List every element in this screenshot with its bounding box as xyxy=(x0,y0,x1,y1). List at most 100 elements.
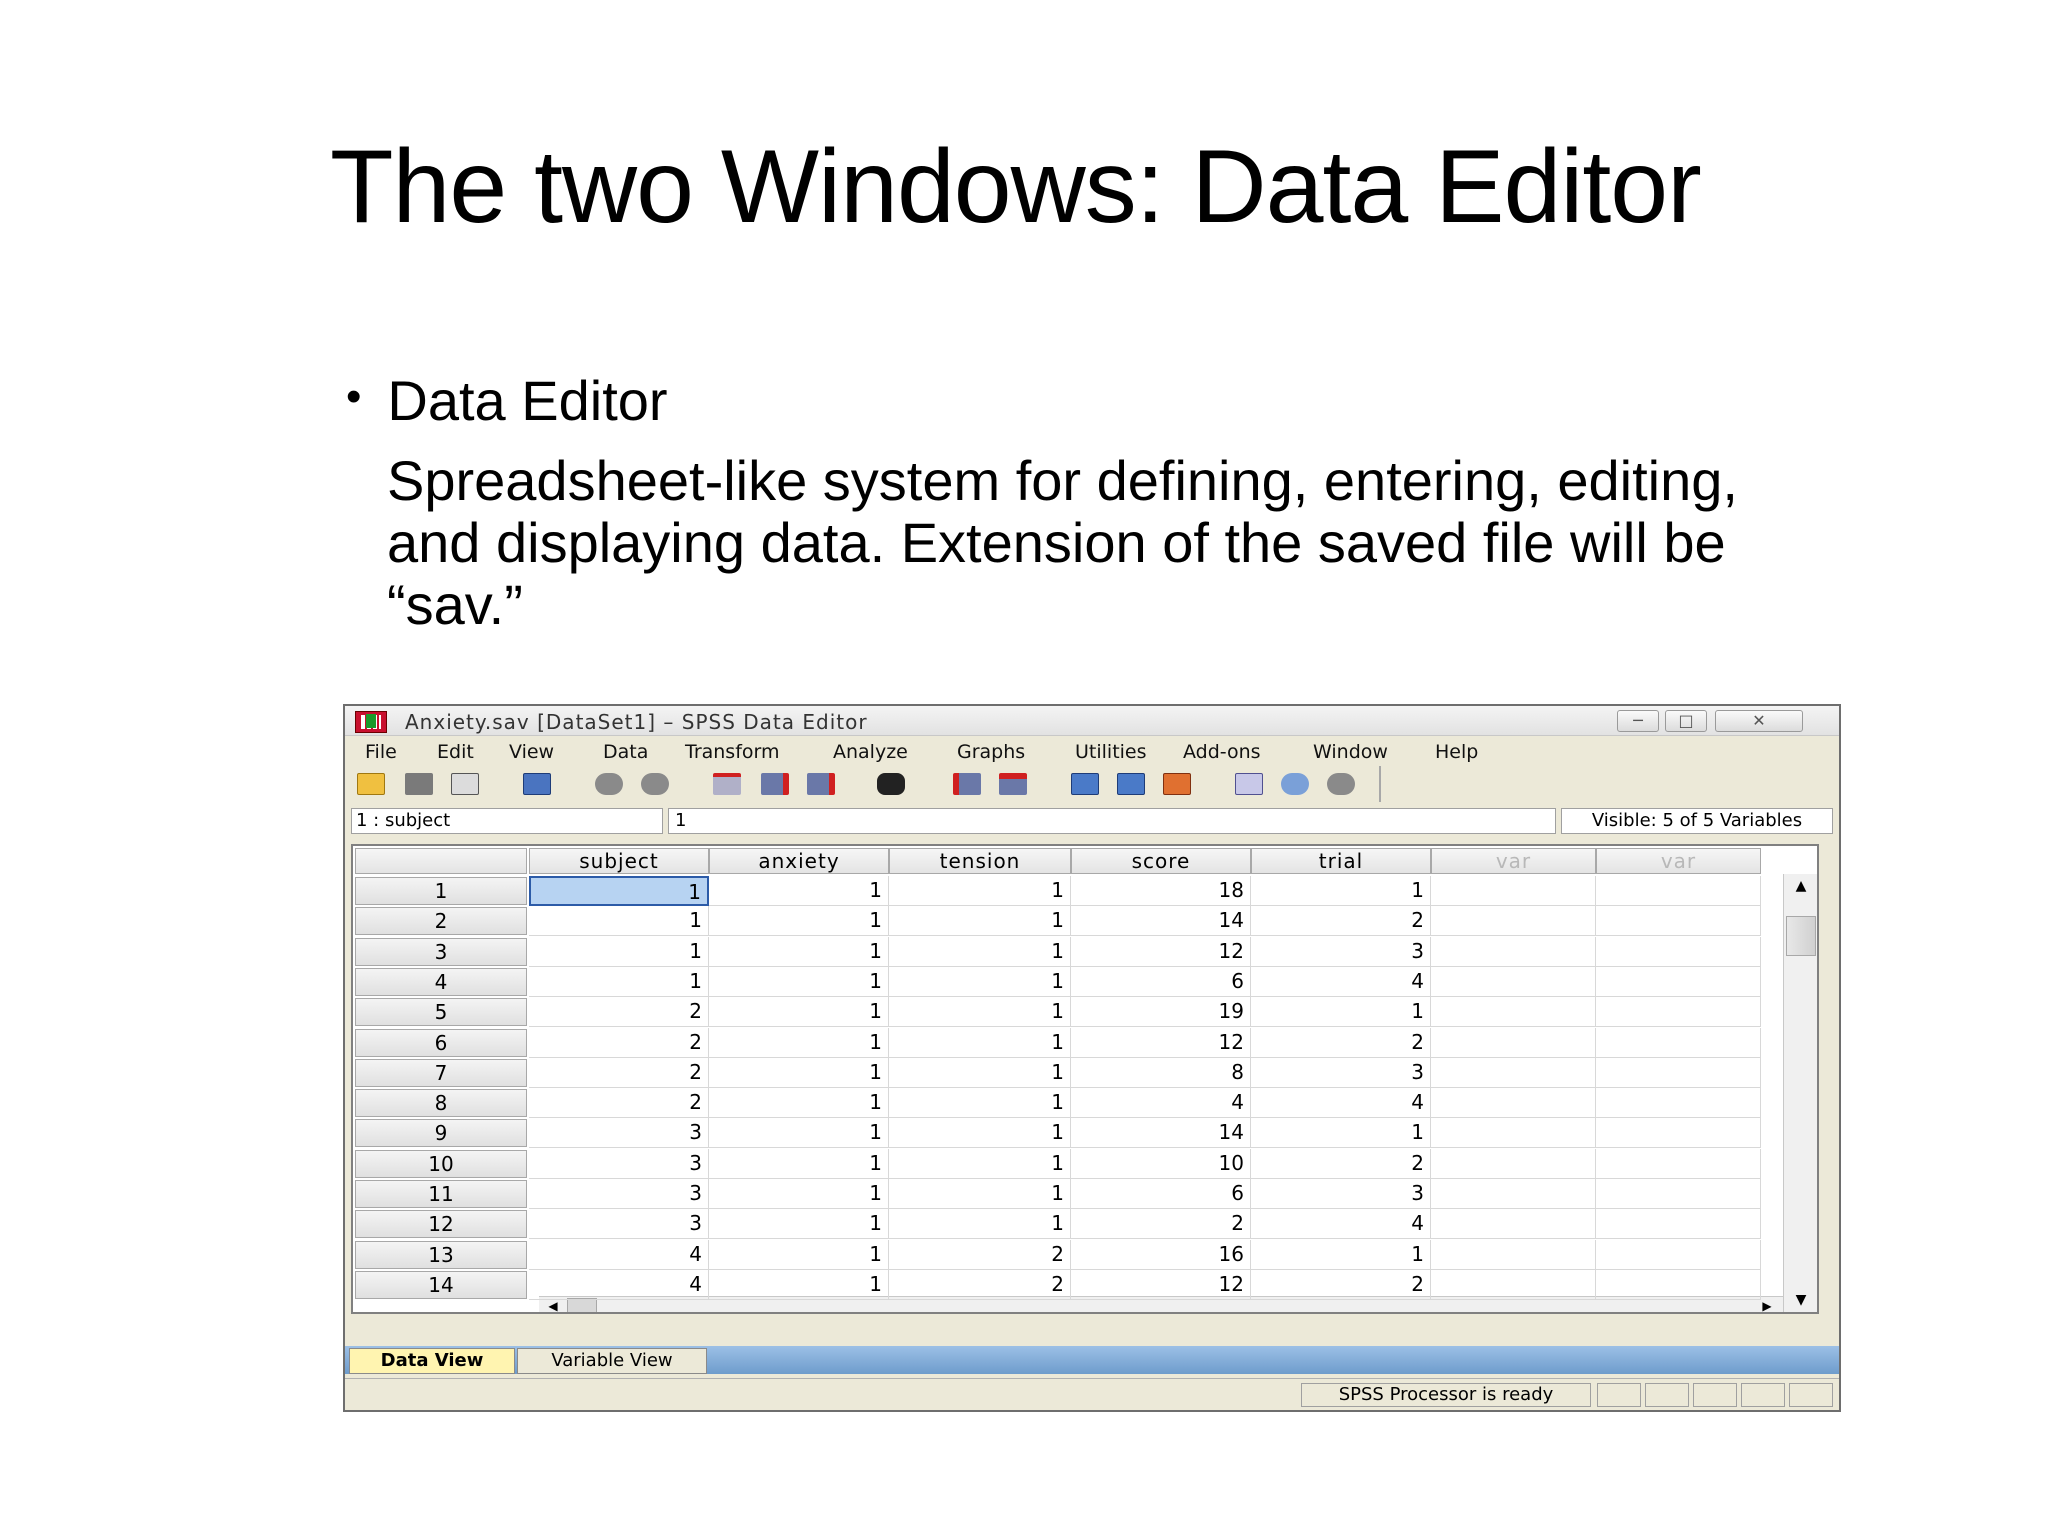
menu-help[interactable]: Help xyxy=(1435,741,1478,763)
table-cell[interactable]: 4 xyxy=(529,1269,709,1300)
table-cell[interactable]: 12 xyxy=(1071,1269,1251,1300)
table-cell[interactable] xyxy=(1596,1027,1761,1058)
table-cell[interactable]: 2 xyxy=(529,997,709,1028)
menu-graphs[interactable]: Graphs xyxy=(957,741,1025,763)
table-cell[interactable] xyxy=(1431,1118,1596,1149)
row-header[interactable]: 8 xyxy=(355,1089,527,1118)
menu-window[interactable]: Window xyxy=(1313,741,1388,763)
table-cell[interactable]: 1 xyxy=(529,936,709,967)
table-cell[interactable] xyxy=(1596,1088,1761,1119)
table-cell[interactable] xyxy=(1596,997,1761,1028)
table-cell[interactable]: 1 xyxy=(709,906,889,937)
table-cell[interactable]: 18 xyxy=(1071,876,1251,906)
table-cell[interactable] xyxy=(1596,966,1761,997)
column-header-tension[interactable]: tension xyxy=(889,848,1071,874)
table-cell[interactable] xyxy=(1431,1209,1596,1240)
table-cell[interactable] xyxy=(1431,1239,1596,1270)
vertical-scrollbar[interactable]: ▲ ▼ xyxy=(1783,874,1817,1312)
table-cell[interactable]: 1 xyxy=(889,1148,1071,1179)
minimize-button[interactable]: ─ xyxy=(1617,710,1659,732)
table-cell[interactable]: 1 xyxy=(1251,1118,1431,1149)
table-cell[interactable] xyxy=(1596,1269,1761,1300)
menu-edit[interactable]: Edit xyxy=(437,741,474,763)
scroll-up-arrow-icon[interactable]: ▲ xyxy=(1790,876,1812,896)
table-cell[interactable]: 3 xyxy=(1251,936,1431,967)
table-cell[interactable]: 6 xyxy=(1071,1179,1251,1209)
row-header[interactable]: 13 xyxy=(355,1240,527,1269)
table-cell[interactable] xyxy=(1431,936,1596,967)
tab-variable-view[interactable]: Variable View xyxy=(517,1348,707,1374)
table-cell[interactable]: 14 xyxy=(1071,906,1251,937)
table-cell[interactable]: 1 xyxy=(709,1118,889,1149)
scroll-down-arrow-icon[interactable]: ▼ xyxy=(1790,1290,1812,1310)
table-cell[interactable]: 1 xyxy=(709,876,889,906)
table-cell[interactable]: 1 xyxy=(1251,876,1431,906)
table-cell[interactable]: 3 xyxy=(529,1148,709,1179)
menu-utilities[interactable]: Utilities xyxy=(1075,741,1147,763)
table-cell[interactable] xyxy=(1431,1088,1596,1119)
column-header-trial[interactable]: trial xyxy=(1251,848,1431,874)
table-cell[interactable]: 1 xyxy=(889,1027,1071,1058)
maximize-button[interactable]: □ xyxy=(1665,710,1707,732)
table-cell[interactable] xyxy=(1431,906,1596,937)
table-cell[interactable]: 4 xyxy=(1251,1088,1431,1119)
menu-file[interactable]: File xyxy=(365,741,397,763)
table-cell[interactable]: 4 xyxy=(1251,966,1431,997)
table-cell[interactable]: 1 xyxy=(889,1057,1071,1088)
table-cell[interactable]: 12 xyxy=(1071,936,1251,967)
spell-check-icon[interactable] xyxy=(1327,773,1355,795)
table-cell[interactable]: 8 xyxy=(1071,1057,1251,1088)
table-cell[interactable] xyxy=(1431,1269,1596,1300)
table-cell[interactable]: 1 xyxy=(889,876,1071,906)
table-cell[interactable]: 1 xyxy=(889,936,1071,967)
vertical-scroll-thumb[interactable] xyxy=(1786,916,1816,956)
split-file-icon[interactable] xyxy=(999,773,1027,795)
table-cell[interactable] xyxy=(1596,1239,1761,1270)
column-header-var[interactable]: var xyxy=(1596,848,1761,874)
weight-cases-icon[interactable] xyxy=(1117,773,1145,795)
table-cell[interactable] xyxy=(1596,906,1761,937)
menu-analyze[interactable]: Analyze xyxy=(833,741,908,763)
menu-view[interactable]: View xyxy=(509,741,554,763)
table-cell[interactable]: 1 xyxy=(709,936,889,967)
table-cell[interactable]: 1 xyxy=(709,1057,889,1088)
select-cases-icon[interactable] xyxy=(1071,773,1099,795)
column-header-score[interactable]: score xyxy=(1071,848,1251,874)
table-cell[interactable]: 2 xyxy=(1251,1269,1431,1300)
table-cell[interactable]: 2 xyxy=(529,1027,709,1058)
table-cell[interactable]: 14 xyxy=(1071,1118,1251,1149)
table-cell[interactable]: 1 xyxy=(709,1148,889,1179)
table-cell[interactable]: 1 xyxy=(1251,997,1431,1028)
table-cell[interactable] xyxy=(1596,1148,1761,1179)
find-binoculars-icon[interactable] xyxy=(877,773,905,795)
table-cell[interactable] xyxy=(1431,966,1596,997)
insert-case-icon[interactable] xyxy=(761,773,789,795)
use-sets-icon[interactable] xyxy=(1235,773,1263,795)
table-cell[interactable]: 12 xyxy=(1071,1027,1251,1058)
column-header-anxiety[interactable]: anxiety xyxy=(709,848,889,874)
table-cell[interactable]: 1 xyxy=(709,966,889,997)
table-cell[interactable]: 4 xyxy=(1071,1088,1251,1119)
table-cell[interactable] xyxy=(1596,1209,1761,1240)
table-cell[interactable]: 1 xyxy=(889,1118,1071,1149)
column-header-var[interactable]: var xyxy=(1431,848,1596,874)
table-cell[interactable] xyxy=(1431,1027,1596,1058)
undo-icon[interactable] xyxy=(595,773,623,795)
row-header[interactable]: 5 xyxy=(355,998,527,1027)
save-icon[interactable] xyxy=(405,773,433,795)
table-cell[interactable] xyxy=(1596,876,1761,906)
table-cell[interactable]: 10 xyxy=(1071,1148,1251,1179)
dialog-recall-icon[interactable] xyxy=(523,773,551,795)
table-cell[interactable]: 1 xyxy=(889,1209,1071,1240)
goto-case-icon[interactable] xyxy=(713,773,741,795)
row-header[interactable]: 7 xyxy=(355,1058,527,1087)
row-header[interactable]: 6 xyxy=(355,1028,527,1057)
table-cell[interactable] xyxy=(1596,1118,1761,1149)
table-cell[interactable]: 2 xyxy=(1251,1027,1431,1058)
table-cell[interactable] xyxy=(1431,1148,1596,1179)
window-titlebar[interactable]: Anxiety.sav [DataSet1] – SPSS Data Edito… xyxy=(345,706,1839,736)
insert-variable-icon[interactable] xyxy=(953,773,981,795)
horizontal-scroll-thumb[interactable] xyxy=(567,1298,597,1312)
row-header[interactable]: 10 xyxy=(355,1149,527,1178)
table-cell[interactable] xyxy=(1596,936,1761,967)
